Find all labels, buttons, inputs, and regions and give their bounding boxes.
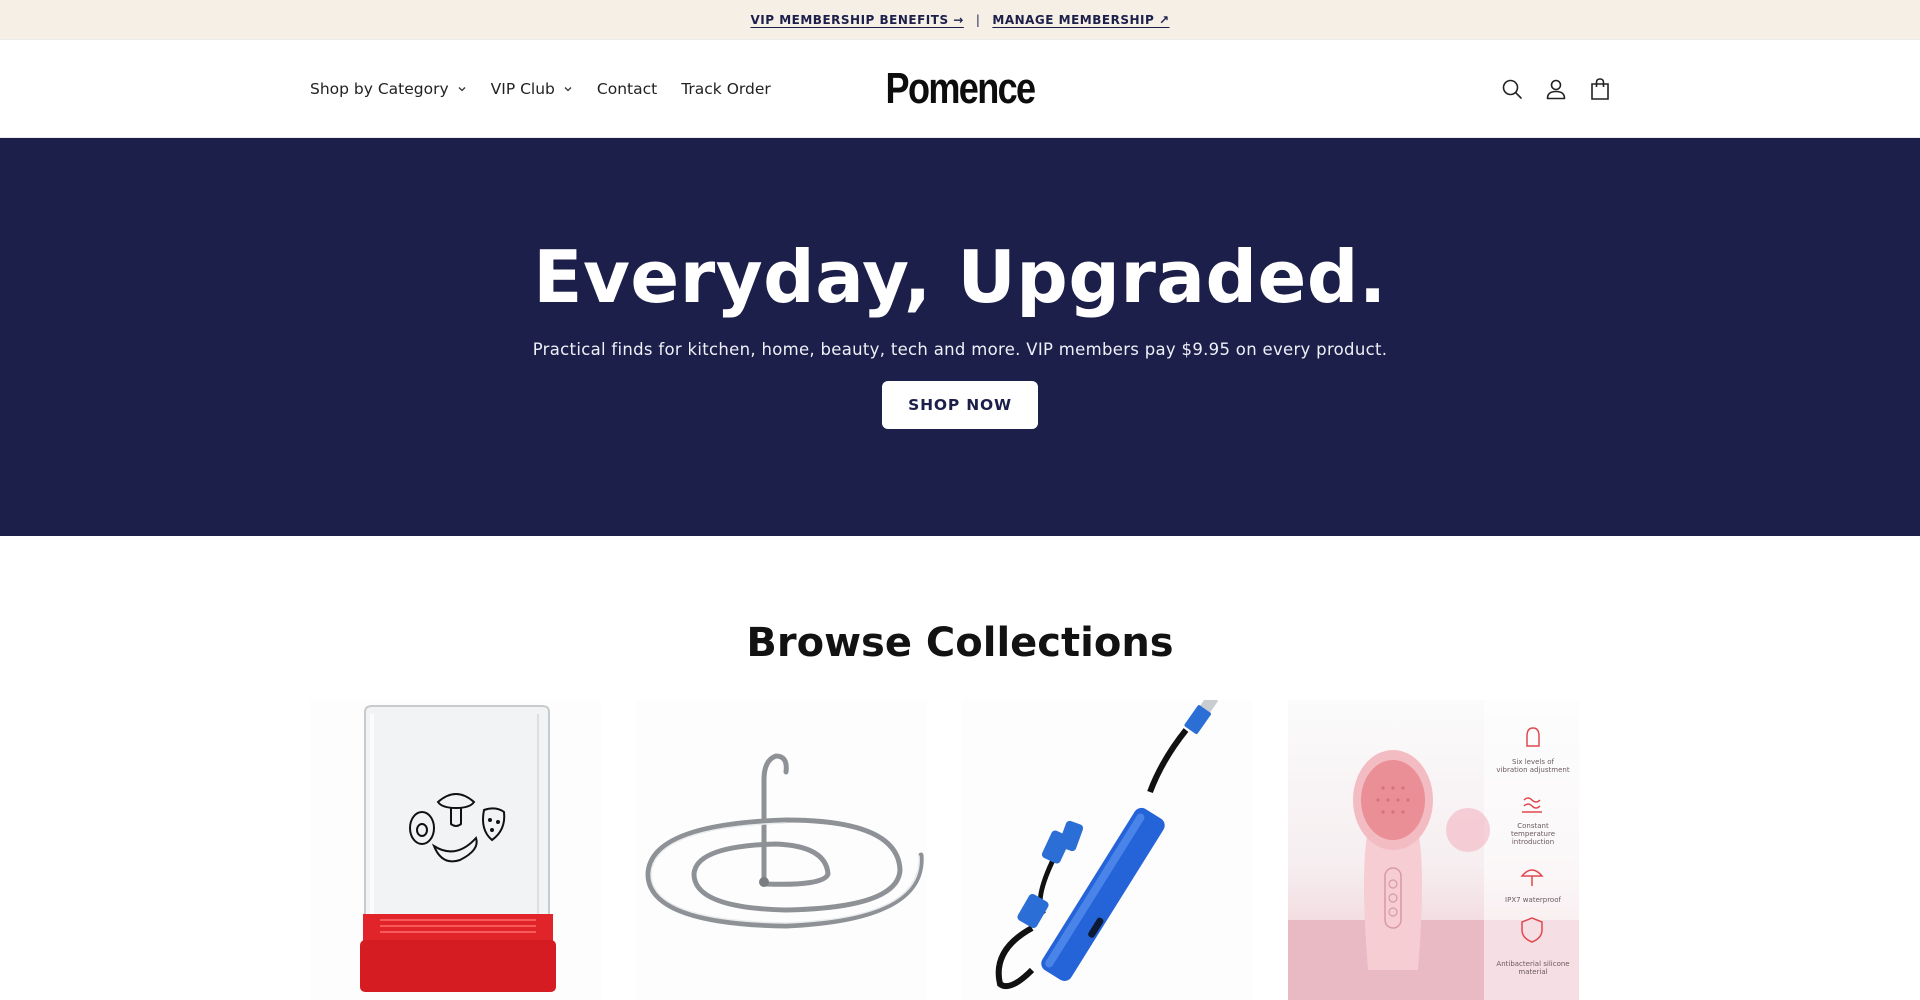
nav-item-label: Shop by Category [310, 80, 449, 98]
facial-cleansing-brush-image: Six levels of vibration adjustment Const… [1288, 700, 1579, 1000]
hero-banner: Everyday, Upgraded. Practical finds for … [0, 138, 1920, 536]
search-icon[interactable] [1500, 77, 1524, 101]
vip-benefits-link[interactable]: VIP MEMBERSHIP BENEFITS → [751, 13, 964, 27]
nav-item-shop-by-category[interactable]: Shop by Category [310, 80, 467, 98]
browse-collections-section: Browse Collections Six levels of vibrati… [0, 536, 1920, 1000]
collection-card[interactable]: Six levels of vibration adjustment Const… [1288, 700, 1579, 1000]
nav-item-track-order[interactable]: Track Order [681, 80, 771, 98]
collection-card[interactable] [636, 700, 927, 1000]
collections-title: Browse Collections [746, 620, 1174, 666]
header-icons [1500, 40, 1612, 138]
site-logo[interactable]: Pomence [886, 64, 1037, 114]
shop-now-button[interactable]: SHOP NOW [882, 381, 1038, 429]
hero-subtitle: Practical finds for kitchen, home, beaut… [532, 340, 1388, 359]
spiral-hanger-image [636, 700, 927, 1000]
usb-multi-cable-image [962, 700, 1253, 1000]
collection-card[interactable] [962, 700, 1253, 1000]
feature-text: material [1518, 968, 1547, 976]
feature-text: introduction [1512, 838, 1554, 846]
nav-item-label: Contact [596, 80, 658, 98]
collections-grid: Six levels of vibration adjustment Const… [310, 700, 1579, 1000]
nav-item-label: Track Order [681, 80, 771, 98]
feature-text: Six levels of [1512, 758, 1555, 766]
food-storage-container-image [310, 700, 601, 1000]
cart-icon[interactable] [1588, 77, 1612, 101]
feature-text: Antibacterial silicone [1496, 960, 1569, 968]
chevron-down-icon [564, 87, 572, 92]
nav-item-vip-club[interactable]: VIP Club [491, 80, 573, 98]
chevron-down-icon [458, 87, 466, 92]
announcement-separator: | [975, 12, 981, 27]
nav-item-label: VIP Club [490, 80, 555, 98]
feature-text: IPX7 waterproof [1505, 896, 1561, 904]
nav-item-contact[interactable]: Contact [597, 80, 657, 98]
feature-text: Constant [1517, 822, 1549, 830]
feature-text: vibration adjustment [1496, 766, 1569, 774]
main-nav: Shop by Category VIP Club Contact Track … [310, 40, 771, 138]
announcement-bar: VIP MEMBERSHIP BENEFITS → | MANAGE MEMBE… [0, 0, 1920, 40]
manage-membership-link[interactable]: MANAGE MEMBERSHIP ↗ [992, 13, 1169, 27]
account-icon[interactable] [1544, 77, 1568, 101]
feature-text: temperature [1511, 830, 1555, 838]
hero-title: Everyday, Upgraded. [533, 235, 1387, 319]
site-header: Shop by Category VIP Club Contact Track … [0, 40, 1920, 138]
collection-card[interactable] [310, 700, 601, 1000]
